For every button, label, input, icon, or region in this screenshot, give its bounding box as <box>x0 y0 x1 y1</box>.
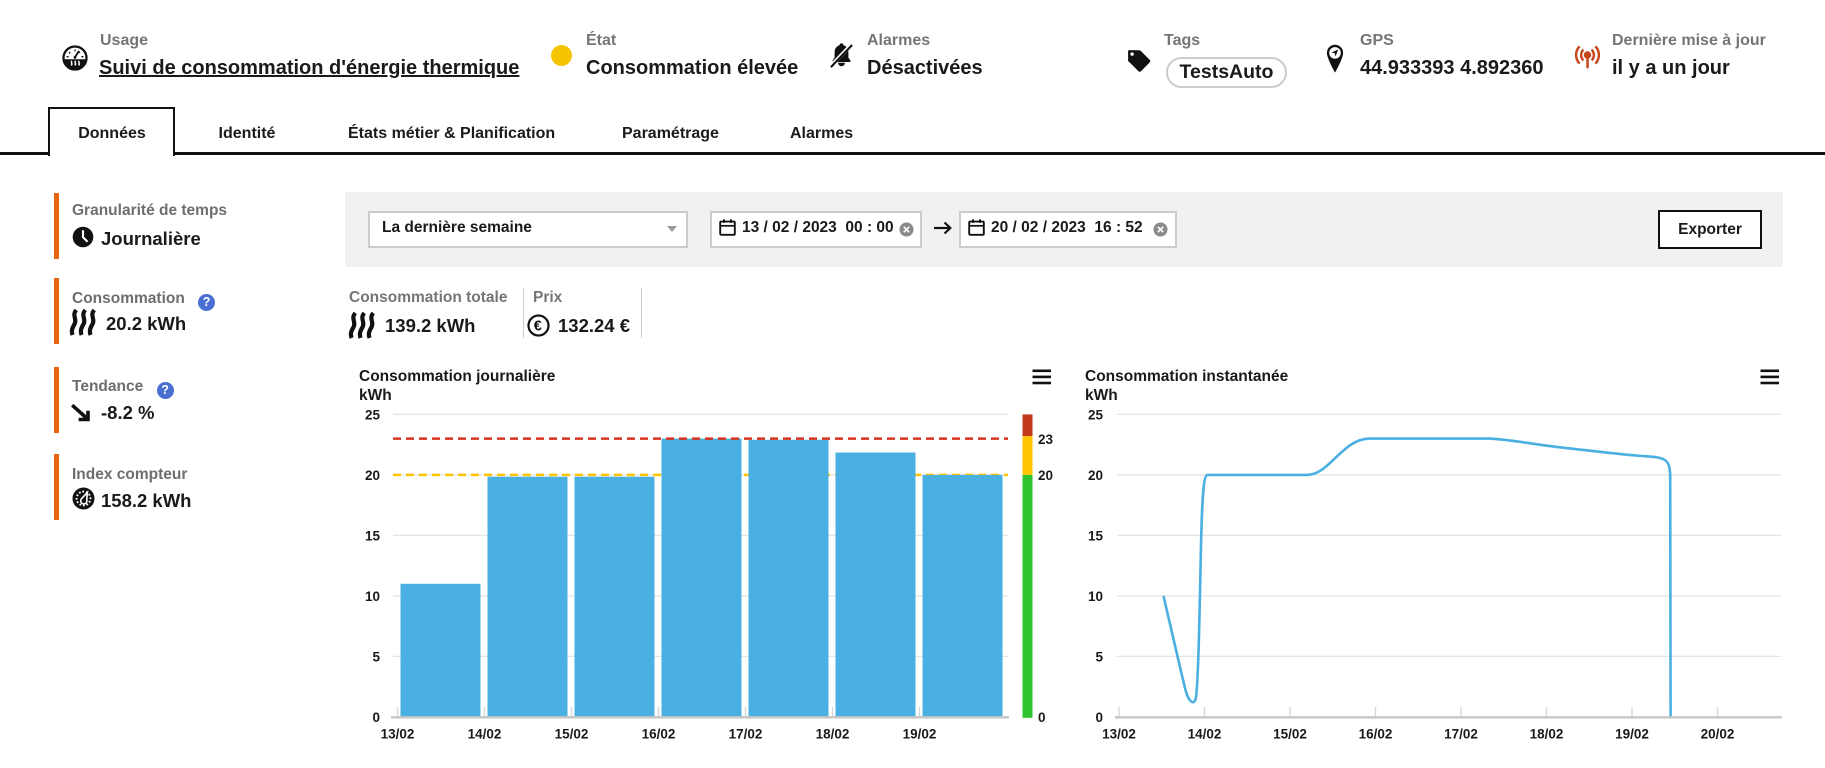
svg-text:13/02: 13/02 <box>1102 727 1136 742</box>
svg-text:13/02: 13/02 <box>381 727 415 742</box>
svg-text:15: 15 <box>1088 528 1104 543</box>
svg-text:17/02: 17/02 <box>729 727 763 742</box>
svg-text:18/02: 18/02 <box>816 727 850 742</box>
svg-text:10: 10 <box>1088 589 1103 604</box>
svg-text:17/02: 17/02 <box>1444 727 1478 742</box>
svg-text:25: 25 <box>365 407 381 422</box>
svg-text:15/02: 15/02 <box>1273 727 1307 742</box>
svg-text:kWh: kWh <box>359 387 392 404</box>
svg-text:Consommation journalière: Consommation journalière <box>359 368 556 385</box>
svg-text:19/02: 19/02 <box>903 727 937 742</box>
svg-text:0: 0 <box>372 710 380 725</box>
svg-text:15: 15 <box>365 528 381 543</box>
svg-text:0: 0 <box>1038 710 1046 725</box>
svg-text:20: 20 <box>365 468 380 483</box>
svg-text:kWh: kWh <box>1085 387 1118 404</box>
svg-text:18/02: 18/02 <box>1530 727 1564 742</box>
svg-text:25: 25 <box>1088 407 1104 422</box>
svg-text:16/02: 16/02 <box>1359 727 1393 742</box>
svg-text:14/02: 14/02 <box>468 727 502 742</box>
svg-text:€: € <box>534 318 542 334</box>
svg-text:0: 0 <box>1095 710 1103 725</box>
svg-text:5: 5 <box>1095 649 1103 664</box>
svg-text:19/02: 19/02 <box>1615 727 1649 742</box>
svg-text:Consommation instantanée: Consommation instantanée <box>1085 368 1289 385</box>
svg-text:20/02: 20/02 <box>1701 727 1735 742</box>
svg-text:20: 20 <box>1088 468 1103 483</box>
svg-text:10: 10 <box>365 589 380 604</box>
svg-text:20: 20 <box>1038 468 1053 483</box>
svg-text:16/02: 16/02 <box>642 727 676 742</box>
svg-text:23: 23 <box>1038 432 1054 447</box>
svg-text:5: 5 <box>372 649 380 664</box>
svg-text:15/02: 15/02 <box>555 727 589 742</box>
svg-text:14/02: 14/02 <box>1188 727 1222 742</box>
